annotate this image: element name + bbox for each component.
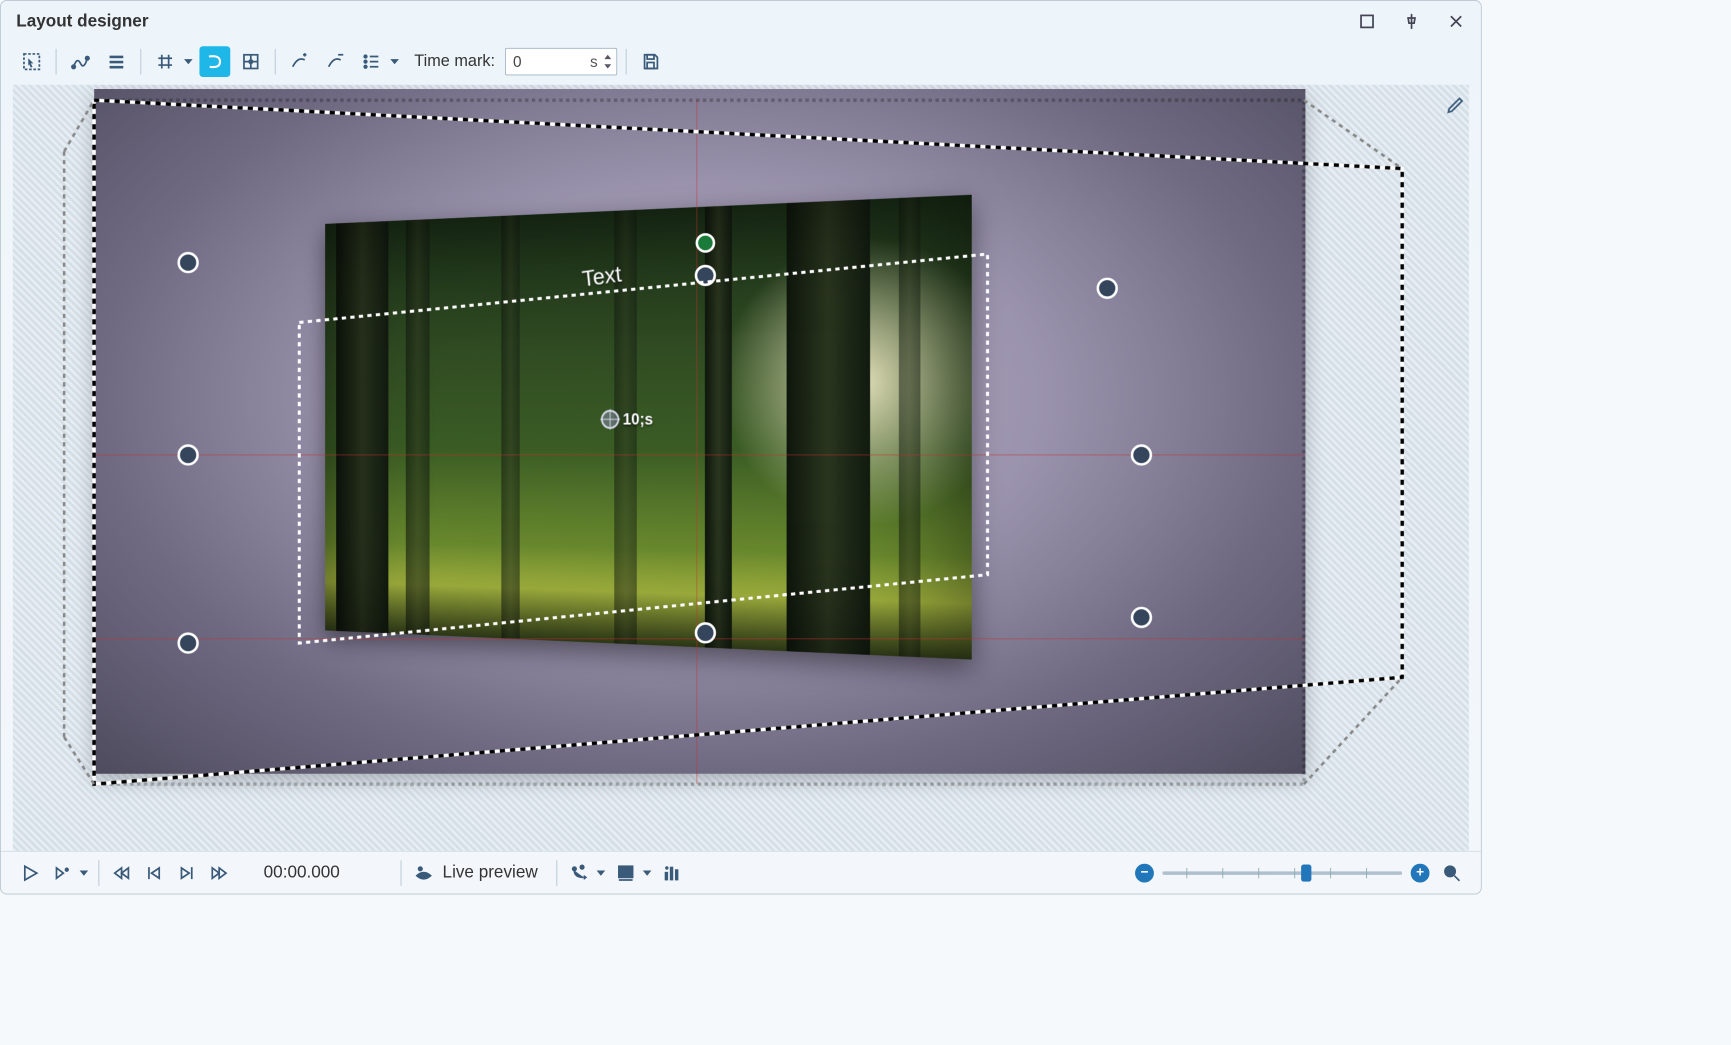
transformed-image[interactable]: Text 10;s: [325, 195, 972, 660]
live-preview-eye-icon[interactable]: [410, 859, 437, 886]
play-step-button[interactable]: [49, 859, 76, 886]
zoom-out-button[interactable]: −: [1135, 863, 1154, 882]
time-mark-label: Time mark:: [414, 52, 495, 71]
close-button[interactable]: [1447, 12, 1466, 31]
keyframe-remove-button[interactable]: [320, 46, 351, 77]
time-mark-field[interactable]: s: [505, 48, 617, 75]
motion-nodes-dropdown[interactable]: [595, 857, 607, 888]
time-mark-spin-up[interactable]: [603, 53, 613, 62]
titlebar: Layout designer: [1, 1, 1481, 42]
align-button[interactable]: [101, 46, 132, 77]
play-in-frame-button[interactable]: [612, 859, 639, 886]
pin-button[interactable]: [1402, 12, 1421, 31]
equalizer-button[interactable]: [658, 859, 685, 886]
play-step-dropdown[interactable]: [78, 857, 90, 888]
pencil-icon[interactable]: [1445, 95, 1469, 119]
save-button[interactable]: [635, 46, 666, 77]
motion-path-button[interactable]: [199, 46, 230, 77]
zoom-slider-thumb[interactable]: [1301, 864, 1311, 881]
time-mark-unit: s: [590, 53, 598, 71]
bottom-toolbar: 00:00.000 Live preview −: [1, 851, 1481, 894]
overlay-text-label[interactable]: Text: [581, 260, 623, 292]
live-preview-label: Live preview: [443, 863, 538, 883]
grid-button[interactable]: [150, 46, 181, 77]
center-button[interactable]: [235, 46, 266, 77]
time-mark-input[interactable]: [513, 53, 590, 71]
selection-tool-button[interactable]: [16, 46, 47, 77]
canvas-area[interactable]: Text 10;s: [13, 85, 1469, 851]
play-button[interactable]: [16, 859, 43, 886]
skip-start-button[interactable]: [108, 859, 135, 886]
list-dropdown[interactable]: [389, 46, 401, 77]
grid-dropdown[interactable]: [182, 46, 194, 77]
time-mark-spin-down[interactable]: [603, 62, 613, 71]
skip-end-button[interactable]: [205, 859, 232, 886]
next-frame-button[interactable]: [173, 859, 200, 886]
target-icon: [601, 410, 619, 429]
prev-frame-button[interactable]: [140, 859, 167, 886]
center-marker-label: 10;s: [623, 410, 653, 428]
motion-nodes-button[interactable]: [566, 859, 593, 886]
zoom-slider[interactable]: [1162, 871, 1402, 874]
window-title: Layout designer: [16, 12, 148, 32]
maximize-button[interactable]: [1358, 12, 1377, 31]
layout-designer-window: Layout designer: [0, 0, 1482, 895]
timecode-display: 00:00.000: [264, 863, 367, 883]
zoom-in-button[interactable]: +: [1411, 863, 1430, 882]
list-button[interactable]: [356, 46, 387, 77]
zoom-fit-button[interactable]: [1438, 859, 1465, 886]
keyframe-add-button[interactable]: [284, 46, 315, 77]
curve-tool-button[interactable]: [65, 46, 96, 77]
top-toolbar: Time mark: s: [1, 42, 1481, 81]
play-in-frame-dropdown[interactable]: [641, 857, 653, 888]
center-marker[interactable]: 10;s: [601, 410, 653, 429]
